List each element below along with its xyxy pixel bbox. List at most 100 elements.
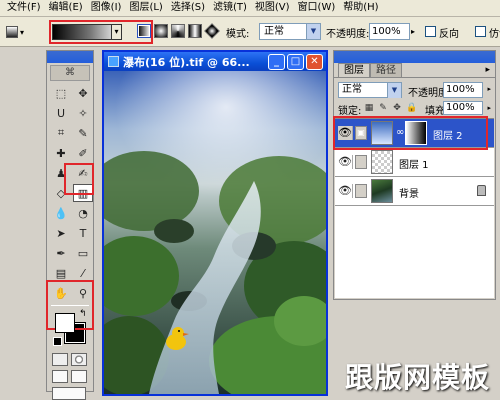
mask-mode-group [47, 353, 93, 366]
layer-thumbnail [371, 179, 393, 203]
mode-value: 正常 [264, 26, 284, 37]
standard-mode-button[interactable] [52, 353, 68, 366]
chevron-down-icon: ▾ [20, 27, 25, 37]
dodge-tool-icon[interactable]: ◔ [73, 204, 93, 222]
opacity-label: 不透明度: [326, 29, 370, 40]
lock-position-icon[interactable]: ✥ [392, 103, 402, 113]
menu-view[interactable]: 视图(V) [251, 0, 294, 16]
document-icon [108, 56, 119, 67]
dither-label: 仿色 [489, 29, 500, 40]
layer-opacity-input[interactable]: 100% [443, 82, 483, 98]
quick-mask-mode-button[interactable] [71, 353, 87, 366]
layer-row-layer-1[interactable]: 👁 图层 1 [335, 148, 494, 177]
lock-label: 锁定: [338, 106, 362, 117]
blend-mode-value: 正常 [342, 84, 362, 95]
menu-window[interactable]: 窗口(W) [294, 0, 340, 16]
fill-slider-arrow-icon[interactable]: ▸ [487, 104, 491, 112]
screen-mode-group [47, 370, 93, 383]
radial-gradient-button[interactable] [154, 24, 168, 38]
lock-icon [477, 185, 486, 196]
options-bar: ▾ ▾ 模式: 正常 ▼ 不透明度: 100% ▸ 反向 仿色 [0, 17, 500, 47]
lock-all-icon[interactable]: 🔒 [406, 103, 417, 113]
gradient-tool-icon [6, 26, 18, 38]
magic-wand-tool-icon[interactable]: ✧ [73, 104, 93, 122]
fill-input[interactable]: 100% [443, 101, 483, 115]
eye-icon[interactable]: 👁 [338, 184, 353, 198]
crop-tool-icon[interactable]: ⌗ [51, 124, 71, 142]
mode-select[interactable]: 正常 ▼ [259, 23, 321, 40]
opacity-slider-arrow-icon[interactable]: ▸ [487, 85, 491, 93]
eye-icon[interactable]: 👁 [338, 155, 353, 169]
brush-tool-icon[interactable]: ✐ [73, 144, 93, 162]
menu-help[interactable]: 帮助(H) [339, 0, 382, 16]
slice-tool-icon[interactable]: ✎ [73, 124, 93, 142]
chevron-down-icon: ▼ [387, 83, 401, 98]
blur-tool-icon[interactable]: 💧 [51, 204, 71, 222]
tab-layers[interactable]: 图层 [338, 63, 370, 77]
reverse-checkbox[interactable] [425, 26, 436, 37]
tool-preset-picker[interactable]: ▾ [6, 24, 34, 40]
pen-tool-icon[interactable]: ✒ [51, 244, 71, 262]
link-icon[interactable] [355, 184, 367, 198]
blend-mode-select[interactable]: 正常 ▼ [338, 82, 402, 98]
layer-name: 图层 1 [399, 160, 429, 171]
move-tool-icon[interactable]: ✥ [73, 84, 93, 102]
layer-thumbnail [371, 150, 393, 174]
toolbox-titlebar[interactable] [47, 51, 93, 63]
waterfall-photo [104, 71, 326, 394]
layers-panel-titlebar[interactable] [334, 51, 495, 63]
marquee-tool-icon[interactable]: ⬚ [51, 84, 71, 102]
minimize-button[interactable]: _ [268, 54, 285, 70]
type-tool-icon[interactable]: T [73, 224, 93, 242]
reverse-label: 反向 [439, 29, 459, 40]
photoshop-logo-icon[interactable]: ⌘ [50, 65, 90, 81]
highlight-box-gradient-tool [64, 163, 94, 195]
menu-file[interactable]: 文件(F) [3, 0, 45, 16]
layer-lock-row: 锁定: ▦ ✎ ✥ 🔒 填充: 100% ▸ [338, 101, 491, 117]
document-window: 瀑布(16 位).tif @ 66... _ □ ✕ [102, 50, 328, 396]
shape-tool-icon[interactable]: ▭ [73, 244, 93, 262]
menu-image[interactable]: 图像(I) [87, 0, 126, 16]
jump-to-group [47, 387, 93, 400]
highlight-box-layer-2 [333, 116, 488, 150]
layer-row-background[interactable]: 👁 背景 [335, 177, 494, 206]
reflected-gradient-button[interactable] [188, 24, 202, 38]
layers-panel: 图层 路径 ▸ 正常 ▼ 不透明度: 100% ▸ 锁定: ▦ ✎ ✥ 🔒 填充… [333, 50, 496, 300]
panel-menu-icon[interactable]: ▸ [485, 65, 490, 75]
lock-options: ▦ ✎ ✥ 🔒 [364, 103, 417, 113]
lasso-tool-icon[interactable]: ᑌ [51, 104, 71, 122]
path-selection-tool-icon[interactable]: ➤ [51, 224, 71, 242]
menu-filter[interactable]: 滤镜(T) [209, 0, 251, 16]
menu-select[interactable]: 选择(S) [167, 0, 209, 16]
gradient-type-group [137, 23, 220, 39]
jump-to-imageready-button[interactable] [52, 387, 86, 400]
opacity-input[interactable]: 100% [369, 23, 410, 40]
full-screen-menu-mode-button[interactable] [71, 370, 87, 383]
healing-brush-tool-icon[interactable]: ✚ [51, 144, 71, 162]
linear-gradient-button[interactable] [137, 24, 151, 38]
link-icon[interactable] [355, 155, 367, 169]
tab-paths[interactable]: 路径 [370, 63, 402, 77]
diamond-gradient-button[interactable] [204, 23, 220, 39]
menu-layer[interactable]: 图层(L) [125, 0, 166, 16]
layers-panel-tabs: 图层 路径 [334, 63, 495, 78]
lock-pixels-icon[interactable]: ✎ [378, 103, 388, 113]
watermark: 跟版网模板 [344, 361, 490, 394]
menu-edit[interactable]: 编辑(E) [45, 0, 87, 16]
menu-bar: 文件(F) 编辑(E) 图像(I) 图层(L) 选择(S) 滤镜(T) 视图(V… [0, 0, 500, 17]
close-button[interactable]: ✕ [306, 54, 323, 70]
default-colors-icon[interactable] [53, 337, 62, 346]
standard-screen-mode-button[interactable] [52, 370, 68, 383]
angle-gradient-button[interactable] [171, 24, 185, 38]
opacity-slider-arrow-icon[interactable]: ▸ [411, 27, 415, 36]
layer-blend-row: 正常 ▼ 不透明度: 100% ▸ [338, 82, 491, 99]
foreground-color-swatch[interactable] [55, 313, 75, 333]
toolbox: ⌘ ⬚ ✥ ᑌ ✧ ⌗ ✎ ✚ ✐ ♟ ✍ ◇ ▥ 💧 ◔ ➤ T ✒ ▭ ▤ … [46, 50, 94, 400]
lock-transparency-icon[interactable]: ▦ [364, 103, 374, 113]
document-canvas[interactable] [104, 71, 326, 394]
chevron-down-icon: ▼ [306, 24, 320, 39]
dither-checkbox[interactable] [475, 26, 486, 37]
document-title: 瀑布(16 位).tif @ 66... [123, 55, 250, 69]
maximize-button[interactable]: □ [287, 54, 304, 70]
mode-label: 模式: [226, 29, 250, 40]
